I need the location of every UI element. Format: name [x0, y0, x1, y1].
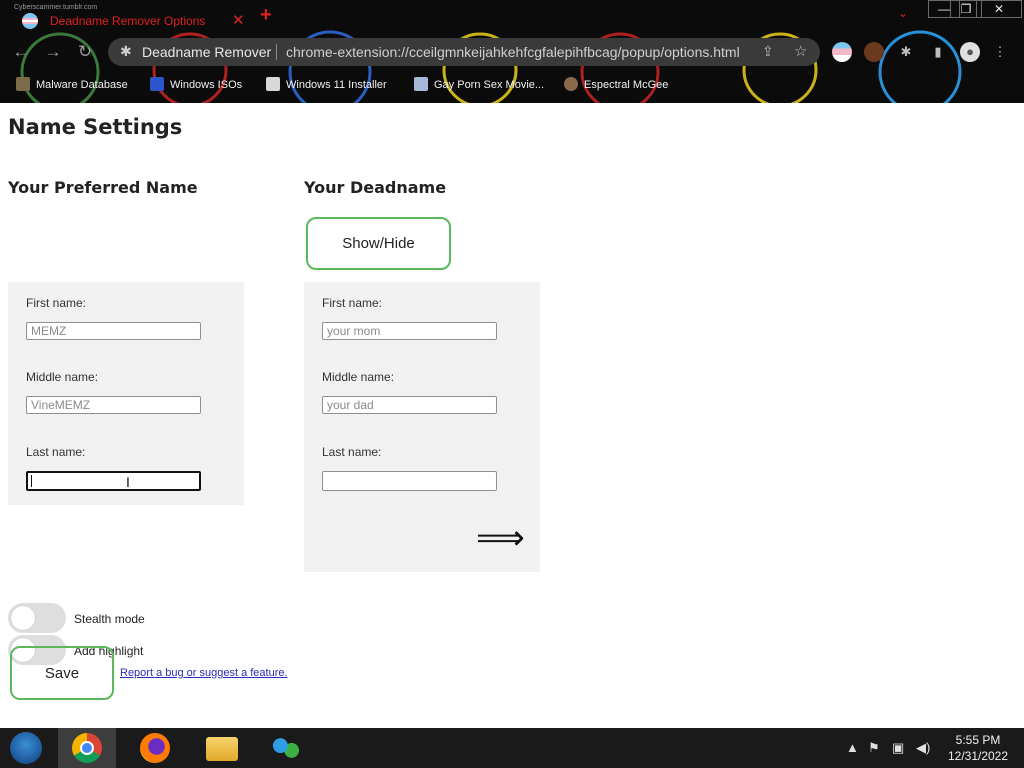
- profile-icon[interactable]: ●: [960, 42, 980, 62]
- bookmark-label: Espectral McGee: [584, 79, 669, 91]
- firefox-icon: [140, 733, 170, 763]
- taskbar-explorer[interactable]: [192, 728, 250, 768]
- forward-icon[interactable]: →: [42, 41, 64, 63]
- taskbar-network[interactable]: [256, 728, 314, 768]
- first-name-label: First name:: [26, 296, 87, 310]
- options-page: Name Settings Your Preferred Name Your D…: [0, 103, 1024, 728]
- taskbar-firefox[interactable]: [126, 728, 184, 768]
- bookmarks-bar: Malware Database Windows ISOs Windows 11…: [0, 72, 1024, 96]
- save-button[interactable]: Save: [10, 646, 114, 700]
- url-text[interactable]: chrome-extension://cceilgmnkeijahkehfcgf…: [286, 44, 748, 60]
- tab-title: Deadname Remover Options: [50, 14, 206, 28]
- x-icon: [150, 77, 164, 91]
- omnibox-divider: [276, 44, 277, 60]
- back-icon[interactable]: ←: [10, 41, 32, 63]
- chrome-icon: [72, 733, 102, 763]
- browser-tab[interactable]: Cyberscammer.tumblr.com Deadname Remover…: [6, 4, 276, 32]
- clock-time: 5:55 PM: [955, 733, 1001, 747]
- deadname-first-name-field[interactable]: [322, 322, 497, 340]
- first-name-label: First name:: [322, 296, 383, 310]
- action-center-flag-icon[interactable]: ⚑: [868, 740, 880, 756]
- image-icon: [266, 77, 280, 91]
- ibeam-cursor-icon: I: [126, 474, 130, 490]
- bookmark-star-icon[interactable]: ☆: [794, 42, 807, 60]
- side-panel-icon[interactable]: ▮: [928, 42, 948, 62]
- middle-name-label: Middle name:: [26, 370, 99, 384]
- browser-chrome: Cyberscammer.tumblr.com Deadname Remover…: [0, 0, 1024, 103]
- bookmark-label: Gay Porn Sex Movie...: [434, 79, 545, 91]
- puzzle-icon: ✱: [120, 43, 132, 59]
- preferred-name-panel: First name: Middle name: Last name: I: [8, 282, 244, 505]
- taskbar-chrome[interactable]: [58, 728, 116, 768]
- network-icon[interactable]: ▣: [892, 740, 904, 756]
- window-close-button[interactable]: ✕: [976, 0, 1022, 18]
- stealth-mode-label: Stealth mode: [74, 612, 145, 626]
- deadname-panel: First name: Middle name: Last name: ⟹: [304, 282, 540, 572]
- stealth-mode-toggle[interactable]: [8, 603, 66, 633]
- deadname-middle-name-field[interactable]: [322, 396, 497, 414]
- tab-search-icon[interactable]: ⌄: [898, 6, 908, 20]
- tray-expand-icon[interactable]: ▲: [846, 740, 859, 755]
- avatar-extension-icon[interactable]: [864, 42, 884, 62]
- share-icon[interactable]: ⇪: [762, 43, 774, 60]
- bookmark-item[interactable]: Windows ISOs: [150, 77, 242, 91]
- bookmark-item[interactable]: Gay Porn Sex Movie...: [414, 77, 544, 91]
- bookmark-item[interactable]: Malware Database: [16, 77, 128, 91]
- person-icon: [16, 77, 30, 91]
- bookmark-item[interactable]: Espectral McGee: [564, 77, 668, 91]
- clock-date: 12/31/2022: [947, 749, 1009, 763]
- site-icon: [414, 77, 428, 91]
- reload-icon[interactable]: ↻: [74, 41, 96, 63]
- bookmark-label: Windows 11 Installer: [286, 79, 387, 91]
- bookmark-label: Windows ISOs: [170, 79, 243, 91]
- start-button[interactable]: [0, 728, 58, 768]
- trans-flag-extension-icon[interactable]: [832, 42, 852, 62]
- deadname-heading: Your Deadname: [304, 178, 447, 197]
- preferred-last-name-field[interactable]: I: [26, 471, 201, 491]
- taskbar: ▲ ⚑ ▣ ◀) 5:55 PM 12/31/2022: [0, 728, 1024, 768]
- tab-tiny-text: Cyberscammer.tumblr.com: [14, 4, 98, 11]
- tab-close-icon[interactable]: ✕: [232, 11, 245, 29]
- address-bar[interactable]: ✱ Deadname Remover chrome-extension://cc…: [108, 38, 820, 66]
- preferred-middle-name-field[interactable]: [26, 396, 201, 414]
- volume-icon[interactable]: ◀): [916, 740, 930, 756]
- bookmark-label: Malware Database: [36, 79, 128, 91]
- middle-name-label: Middle name:: [322, 370, 395, 384]
- double-arrow-icon[interactable]: ⟹: [476, 518, 525, 558]
- new-tab-icon[interactable]: +: [260, 4, 272, 27]
- last-name-label: Last name:: [26, 445, 86, 459]
- windows-start-icon: [10, 732, 42, 764]
- extensions-puzzle-icon[interactable]: ✱: [896, 42, 916, 62]
- menu-kebab-icon[interactable]: ⋮: [990, 42, 1010, 62]
- page-title: Name Settings: [8, 115, 183, 139]
- last-name-label: Last name:: [322, 445, 382, 459]
- folder-icon: [206, 737, 238, 761]
- extension-name: Deadname Remover: [142, 44, 272, 60]
- preferred-first-name-field[interactable]: [26, 322, 201, 340]
- toggle-knob: [11, 606, 35, 630]
- avatar-icon: [564, 77, 578, 91]
- system-clock[interactable]: 5:55 PM 12/31/2022: [940, 732, 1016, 764]
- show-hide-button[interactable]: Show/Hide: [306, 217, 451, 270]
- trans-flag-icon: [22, 13, 38, 29]
- network-people-icon: [272, 736, 300, 760]
- text-caret: [31, 475, 32, 487]
- report-bug-link[interactable]: Report a bug or suggest a feature.: [120, 667, 288, 679]
- preferred-name-heading: Your Preferred Name: [8, 178, 198, 197]
- bookmark-item[interactable]: Windows 11 Installer: [266, 77, 387, 91]
- deadname-last-name-field[interactable]: [322, 471, 497, 491]
